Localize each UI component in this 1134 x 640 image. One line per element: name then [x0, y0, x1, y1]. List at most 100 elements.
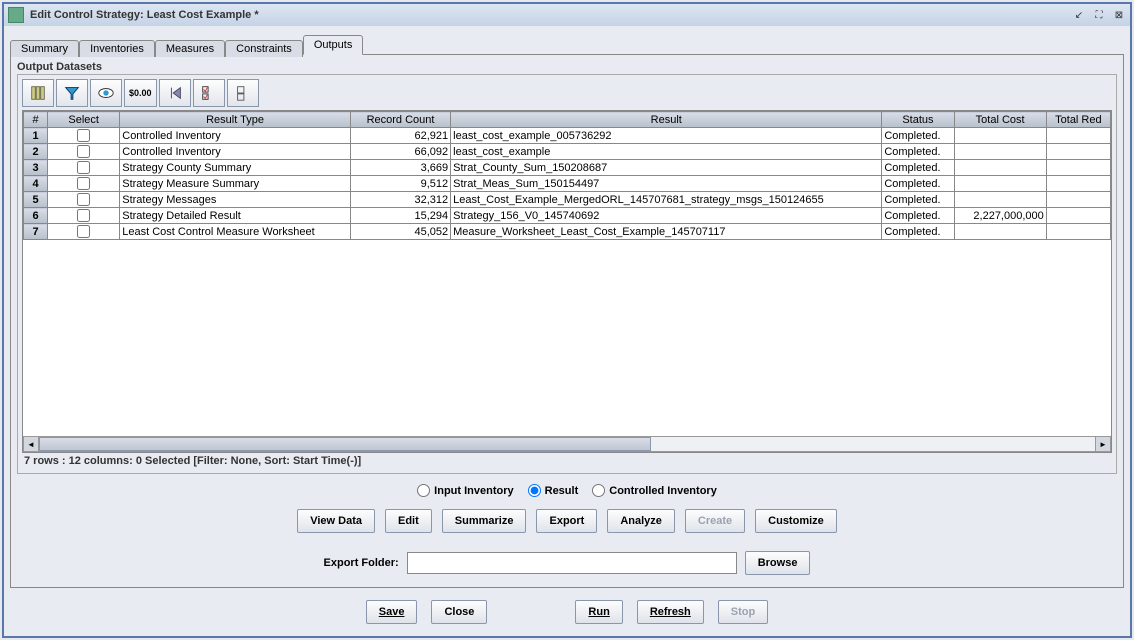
row-checkbox[interactable]	[77, 129, 90, 142]
row-checkbox[interactable]	[77, 161, 90, 174]
row-select-cell[interactable]	[48, 144, 120, 160]
app-icon	[8, 7, 24, 23]
radio-controlled-inventory-input[interactable]	[592, 484, 605, 497]
row-number: 2	[24, 144, 48, 160]
app-window: Edit Control Strategy: Least Cost Exampl…	[2, 2, 1132, 638]
row-select-cell[interactable]	[48, 176, 120, 192]
cell-record-count: 45,052	[350, 224, 450, 240]
analyze-button[interactable]: Analyze	[607, 509, 675, 533]
col-select[interactable]: Select	[48, 112, 120, 128]
cell-record-count: 62,921	[350, 128, 450, 144]
radio-label: Result	[545, 485, 579, 497]
tab-label: Outputs	[314, 39, 353, 51]
radio-label: Input Inventory	[434, 485, 513, 497]
customize-button[interactable]: Customize	[755, 509, 837, 533]
table-row[interactable]: 2Controlled Inventory66,092least_cost_ex…	[24, 144, 1111, 160]
tab-strip: Summary Inventories Measures Constraints…	[10, 32, 1124, 54]
table-header-row: # Select Result Type Record Count Result…	[24, 112, 1111, 128]
radio-input-inventory[interactable]: Input Inventory	[417, 484, 513, 497]
tab-inventories[interactable]: Inventories	[79, 40, 155, 57]
format-decimal-icon[interactable]: $0.00	[124, 79, 157, 107]
col-rownum[interactable]: #	[24, 112, 48, 128]
radio-result[interactable]: Result	[528, 484, 579, 497]
row-select-cell[interactable]	[48, 208, 120, 224]
first-page-icon[interactable]	[159, 79, 191, 107]
cell-record-count: 66,092	[350, 144, 450, 160]
browse-button[interactable]: Browse	[745, 551, 811, 575]
row-checkbox[interactable]	[77, 193, 90, 206]
row-checkbox[interactable]	[77, 177, 90, 190]
clear-selection-icon[interactable]	[227, 79, 259, 107]
cell-result: Measure_Worksheet_Least_Cost_Example_145…	[451, 224, 882, 240]
edit-button[interactable]: Edit	[385, 509, 432, 533]
table-row[interactable]: 6Strategy Detailed Result15,294Strategy_…	[24, 208, 1111, 224]
tab-constraints[interactable]: Constraints	[225, 40, 303, 57]
tab-measures[interactable]: Measures	[155, 40, 225, 57]
radio-label: Controlled Inventory	[609, 485, 717, 497]
col-total-cost[interactable]: Total Cost	[954, 112, 1046, 128]
scroll-thumb[interactable]	[39, 437, 651, 451]
table-row[interactable]: 5Strategy Messages32,312Least_Cost_Examp…	[24, 192, 1111, 208]
radio-input-inventory-input[interactable]	[417, 484, 430, 497]
cell-total-red	[1046, 160, 1110, 176]
view-data-button[interactable]: View Data	[297, 509, 375, 533]
cell-total-red	[1046, 128, 1110, 144]
filter-icon[interactable]	[56, 79, 88, 107]
row-select-cell[interactable]	[48, 160, 120, 176]
export-folder-input[interactable]	[407, 552, 737, 574]
row-number: 7	[24, 224, 48, 240]
close-button[interactable]: Close	[431, 600, 487, 624]
row-number: 3	[24, 160, 48, 176]
table-row[interactable]: 3Strategy County Summary3,669Strat_Count…	[24, 160, 1111, 176]
maximize-icon[interactable]: ⛶	[1092, 8, 1106, 22]
row-checkbox[interactable]	[77, 225, 90, 238]
bottom-button-row: Save Close Run Refresh Stop	[10, 588, 1124, 632]
refresh-button[interactable]: Refresh	[637, 600, 704, 624]
scroll-right-icon[interactable]: ►	[1095, 436, 1111, 452]
cell-status: Completed.	[882, 176, 954, 192]
row-number: 4	[24, 176, 48, 192]
row-select-cell[interactable]	[48, 192, 120, 208]
col-record-count[interactable]: Record Count	[350, 112, 450, 128]
minimize-icon[interactable]: ↙	[1072, 8, 1086, 22]
eye-icon[interactable]	[90, 79, 122, 107]
col-result[interactable]: Result	[451, 112, 882, 128]
table-body: 1Controlled Inventory62,921least_cost_ex…	[24, 128, 1111, 240]
row-checkbox[interactable]	[77, 209, 90, 222]
summarize-button[interactable]: Summarize	[442, 509, 527, 533]
tab-summary[interactable]: Summary	[10, 40, 79, 57]
radio-result-input[interactable]	[528, 484, 541, 497]
row-select-cell[interactable]	[48, 224, 120, 240]
run-button[interactable]: Run	[575, 600, 622, 624]
col-result-type[interactable]: Result Type	[120, 112, 351, 128]
cell-status: Completed.	[882, 160, 954, 176]
save-button[interactable]: Save	[366, 600, 418, 624]
table-scroll[interactable]: # Select Result Type Record Count Result…	[23, 111, 1111, 436]
close-icon[interactable]: ⊠	[1112, 8, 1126, 22]
table-wrap: # Select Result Type Record Count Result…	[22, 110, 1112, 453]
cell-total-red	[1046, 208, 1110, 224]
cell-record-count: 15,294	[350, 208, 450, 224]
table-row[interactable]: 4Strategy Measure Summary9,512Strat_Meas…	[24, 176, 1111, 192]
select-all-icon[interactable]	[193, 79, 225, 107]
scroll-track[interactable]	[39, 436, 1095, 452]
export-button[interactable]: Export	[536, 509, 597, 533]
row-checkbox[interactable]	[77, 145, 90, 158]
cell-record-count: 3,669	[350, 160, 450, 176]
col-status[interactable]: Status	[882, 112, 954, 128]
scroll-left-icon[interactable]: ◄	[23, 436, 39, 452]
tab-outputs[interactable]: Outputs	[303, 35, 364, 55]
cell-total-red	[1046, 224, 1110, 240]
table-row[interactable]: 1Controlled Inventory62,921least_cost_ex…	[24, 128, 1111, 144]
radio-controlled-inventory[interactable]: Controlled Inventory	[592, 484, 717, 497]
horizontal-scrollbar[interactable]: ◄ ►	[23, 436, 1111, 452]
col-total-red[interactable]: Total Red	[1046, 112, 1110, 128]
window-title: Edit Control Strategy: Least Cost Exampl…	[28, 9, 1072, 21]
cell-result: Strat_Meas_Sum_150154497	[451, 176, 882, 192]
row-number: 6	[24, 208, 48, 224]
table-row[interactable]: 7Least Cost Control Measure Worksheet45,…	[24, 224, 1111, 240]
columns-icon[interactable]	[22, 79, 54, 107]
row-select-cell[interactable]	[48, 128, 120, 144]
group-label: Output Datasets	[17, 61, 1117, 73]
output-table: # Select Result Type Record Count Result…	[23, 111, 1111, 240]
